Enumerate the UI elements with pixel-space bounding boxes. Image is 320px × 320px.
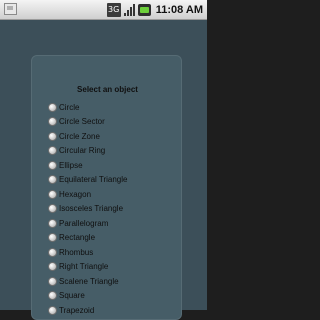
option-equilateral-triangle[interactable]: Equilateral Triangle bbox=[48, 173, 127, 187]
radio-button[interactable] bbox=[48, 131, 57, 141]
radio-button[interactable] bbox=[48, 276, 57, 286]
option-label: Circle Zone bbox=[59, 131, 100, 141]
radio-button[interactable] bbox=[48, 160, 57, 170]
option-label: Trapezoid bbox=[59, 305, 95, 315]
radio-button[interactable] bbox=[48, 146, 57, 155]
option-rhombus[interactable]: Rhombus bbox=[48, 245, 93, 259]
radio-button[interactable] bbox=[48, 117, 57, 126]
radio-button[interactable] bbox=[48, 102, 57, 112]
radio-button[interactable] bbox=[48, 175, 57, 184]
option-label: Equilateral Triangle bbox=[59, 175, 128, 184]
radio-button[interactable] bbox=[48, 291, 57, 300]
radio-button[interactable] bbox=[48, 233, 57, 242]
option-ellipse[interactable]: Ellipse bbox=[48, 158, 83, 172]
radio-button[interactable] bbox=[48, 262, 57, 271]
phone-screen: 3G 11:08 AM Select an object Circle Circ… bbox=[0, 0, 207, 320]
option-label: Isosceles Triangle bbox=[59, 204, 124, 213]
option-label: Rhombus bbox=[59, 247, 94, 257]
notification-icon[interactable] bbox=[4, 3, 17, 15]
radio-button[interactable] bbox=[48, 189, 57, 199]
select-object-dialog: Select an object Circle Circle Sector Ci… bbox=[31, 55, 182, 320]
option-isosceles-triangle[interactable]: Isosceles Triangle bbox=[48, 202, 123, 216]
status-icons: 3G 11:08 AM bbox=[106, 2, 203, 18]
clock: 11:08 AM bbox=[155, 4, 203, 16]
option-circular-ring[interactable]: Circular Ring bbox=[48, 144, 105, 158]
option-square[interactable]: Square bbox=[48, 289, 85, 303]
option-hexagon[interactable]: Hexagon bbox=[48, 187, 91, 201]
radio-button[interactable] bbox=[48, 218, 57, 228]
option-circle-zone[interactable]: Circle Zone bbox=[48, 129, 100, 143]
option-label: Scalene Triangle bbox=[59, 276, 119, 286]
option-label: Hexagon bbox=[59, 189, 92, 199]
option-label: Ellipse bbox=[59, 160, 83, 170]
option-label: Rectangle bbox=[59, 233, 96, 242]
dialog-title: Select an object bbox=[77, 85, 138, 94]
radio-button[interactable] bbox=[48, 204, 57, 213]
option-circle[interactable]: Circle bbox=[48, 100, 79, 114]
option-label: Circle Sector bbox=[59, 117, 105, 126]
option-label: Circular Ring bbox=[59, 146, 106, 155]
radio-button[interactable] bbox=[48, 247, 57, 257]
option-circle-sector[interactable]: Circle Sector bbox=[48, 115, 105, 129]
app-background: Select an object Circle Circle Sector Ci… bbox=[0, 20, 207, 320]
option-parallelogram[interactable]: Parallelogram bbox=[48, 216, 108, 230]
option-label: Square bbox=[59, 291, 85, 300]
battery-icon bbox=[137, 4, 151, 16]
option-trapezoid[interactable]: Trapezoid bbox=[48, 303, 94, 317]
signal-icon bbox=[123, 3, 135, 17]
3g-icon: 3G bbox=[106, 3, 121, 17]
status-bar: 3G 11:08 AM bbox=[0, 0, 207, 20]
option-label: Parallelogram bbox=[59, 218, 109, 228]
option-rectangle[interactable]: Rectangle bbox=[48, 231, 95, 245]
option-right-triangle[interactable]: Right Triangle bbox=[48, 260, 108, 274]
option-label: Right Triangle bbox=[59, 262, 109, 271]
option-scalene-triangle[interactable]: Scalene Triangle bbox=[48, 274, 119, 288]
option-label: Circle bbox=[59, 102, 80, 112]
radio-button[interactable] bbox=[48, 305, 57, 315]
